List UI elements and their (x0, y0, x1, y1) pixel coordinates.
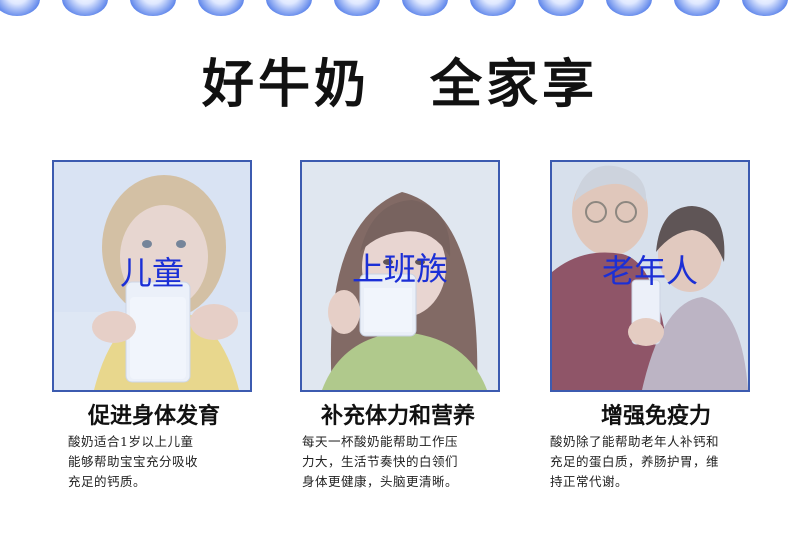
photo-office-worker: 上班族 (300, 160, 500, 392)
card-children: 儿童 促进身体发育 酸奶适合1岁以上儿童 能够帮助宝宝充分吸收 充足的钙质。 (52, 160, 252, 489)
card-tag-children: 儿童 (119, 254, 184, 292)
desc-line: 充足的蛋白质，养肠护胃，维 (550, 454, 720, 469)
card-desc-elderly: 酸奶除了能帮助老年人补钙和 充足的蛋白质，养肠护胃，维 持正常代谢。 (550, 432, 719, 492)
card-office-workers: 上班族 补充体力和营养 每天一杯酸奶能帮助工作压 力大，生活节奏快的白领们 身体… (300, 160, 500, 489)
desc-line: 充足的钙质。 (68, 474, 147, 489)
headline-part2: 全家享 (430, 55, 599, 115)
photo-elderly-couple: 老年人 (550, 160, 750, 392)
card-tag-office-workers: 上班族 (351, 250, 448, 288)
card-tag-elderly: 老年人 (601, 252, 698, 290)
page-headline: 好牛奶 全家享 (0, 42, 800, 117)
desc-line: 持正常代谢。 (550, 474, 629, 489)
card-desc-office-workers: 每天一杯酸奶能帮助工作压 力大，生活节奏快的白领们 身体更健康，头脑更清晰。 (302, 432, 458, 492)
card-title-office-workers: 补充体力和营养 (320, 404, 475, 429)
desc-line: 身体更健康，头脑更清晰。 (302, 474, 459, 489)
desc-line: 每天一杯酸奶能帮助工作压 (302, 434, 459, 449)
card-elderly: 老年人 增强免疫力 酸奶除了能帮助老年人补钙和 充足的蛋白质，养肠护胃，维 持正… (550, 160, 750, 489)
photo-child: 儿童 (52, 160, 252, 392)
card-desc-children: 酸奶适合1岁以上儿童 能够帮助宝宝充分吸收 充足的钙质。 (68, 432, 198, 492)
desc-line: 酸奶除了能帮助老年人补钙和 (550, 434, 720, 449)
desc-line: 酸奶适合1岁以上儿童 (68, 434, 194, 449)
top-scallop-border (0, 0, 800, 20)
card-title-elderly: 增强免疫力 (600, 404, 711, 429)
desc-line: 能够帮助宝宝充分吸收 (68, 454, 199, 469)
headline-part1: 好牛奶 (201, 55, 370, 115)
desc-line: 力大，生活节奏快的白领们 (302, 454, 459, 469)
card-title-children: 促进身体发育 (87, 404, 220, 429)
